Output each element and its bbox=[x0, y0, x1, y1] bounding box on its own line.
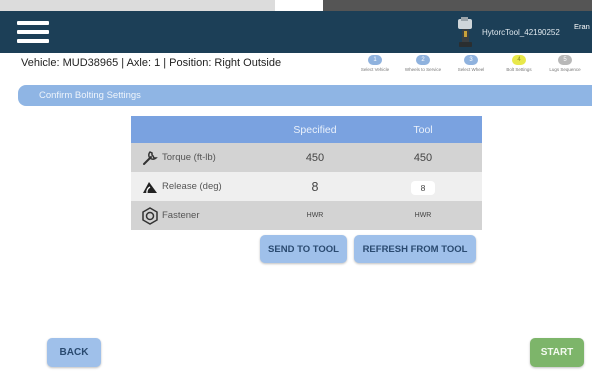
hamburger-menu-icon[interactable] bbox=[17, 21, 49, 43]
top-status-strip bbox=[0, 0, 592, 11]
row-label-cell: Fastener bbox=[131, 206, 266, 225]
top-strip-right bbox=[323, 0, 592, 11]
step-label: Wheels to Service bbox=[404, 67, 442, 72]
specified-fastener-value: HWR bbox=[306, 212, 324, 219]
table-row-torque: Torque (ft-lb) 450 450 bbox=[131, 143, 482, 172]
row-label-cell: Release (deg) bbox=[131, 178, 266, 196]
back-button[interactable]: BACK bbox=[47, 338, 101, 367]
top-strip-left bbox=[0, 0, 275, 11]
step-lugs-sequence: 5 Lugs Sequence bbox=[540, 55, 590, 72]
step-dot: 5 bbox=[558, 55, 572, 65]
specified-torque-value: 450 bbox=[305, 151, 325, 164]
user-label: Eran 100 bbox=[574, 22, 592, 31]
section-banner: Confirm Bolting Settings bbox=[18, 85, 592, 106]
connected-tool-name: HytorcTool_42190252 bbox=[482, 28, 560, 37]
row-label: Release (deg) bbox=[162, 181, 222, 192]
wrench-icon bbox=[141, 149, 159, 167]
angle-icon bbox=[141, 178, 159, 196]
step-dot: 3 bbox=[464, 55, 478, 65]
table-row-fastener: Fastener HWR HWR bbox=[131, 201, 482, 230]
row-label: Fastener bbox=[162, 210, 200, 221]
step-select-vehicle: 1 Select Vehicle bbox=[350, 55, 400, 72]
step-dot: 1 bbox=[368, 55, 382, 65]
refresh-from-tool-button[interactable]: REFRESH FROM TOOL bbox=[354, 235, 476, 263]
step-wheels-to-service: 2 Wheels to Service bbox=[398, 55, 448, 72]
row-label: Torque (ft-lb) bbox=[162, 152, 216, 163]
start-button[interactable]: START bbox=[530, 338, 584, 367]
step-bolt-settings: 4 Bolt Settings bbox=[494, 55, 544, 72]
tool-release-value: 8 bbox=[411, 180, 435, 195]
tool-fastener-value: HWR bbox=[414, 212, 432, 219]
step-label: Select Vehicle bbox=[360, 67, 390, 72]
hex-nut-icon bbox=[141, 206, 159, 225]
table-row-release: Release (deg) 8 8 bbox=[131, 172, 482, 201]
step-select-wheel: 3 Select Wheel bbox=[446, 55, 496, 72]
progress-stepper: 1 Select Vehicle 2 Wheels to Service 3 S… bbox=[350, 55, 592, 77]
bolting-settings-table: Specified Tool Torque (ft-lb) 450 450 Re… bbox=[131, 116, 482, 230]
step-dot: 4 bbox=[512, 55, 526, 65]
step-label: Bolt Settings bbox=[506, 67, 532, 72]
torque-tool-icon bbox=[458, 17, 472, 47]
app-bar: HytorcTool_42190252 Eran 100 bbox=[0, 11, 592, 53]
step-label: Select Wheel bbox=[457, 67, 485, 72]
banner-title: Confirm Bolting Settings bbox=[39, 90, 141, 101]
vehicle-info-text: Vehicle: MUD38965 | Axle: 1 | Position: … bbox=[21, 57, 282, 69]
table-header-row: Specified Tool bbox=[131, 116, 482, 143]
row-label-cell: Torque (ft-lb) bbox=[131, 149, 266, 167]
specified-release-value: 8 bbox=[311, 179, 319, 194]
header-tool: Tool bbox=[413, 123, 433, 136]
header-specified: Specified bbox=[293, 123, 337, 136]
send-to-tool-button[interactable]: SEND TO TOOL bbox=[260, 235, 347, 263]
vehicle-info-row: Vehicle: MUD38965 | Axle: 1 | Position: … bbox=[0, 53, 592, 77]
tool-torque-value: 450 bbox=[413, 151, 433, 164]
step-label: Lugs Sequence bbox=[549, 67, 581, 72]
step-dot: 2 bbox=[416, 55, 430, 65]
